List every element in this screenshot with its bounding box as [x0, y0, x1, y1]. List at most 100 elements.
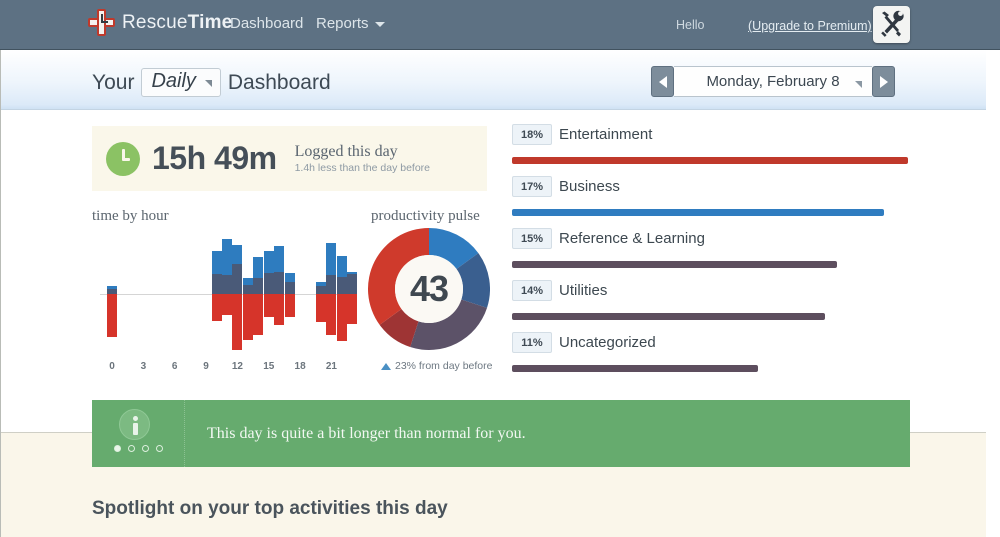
previous-day-button[interactable]	[651, 66, 674, 97]
banner-dot[interactable]	[128, 445, 135, 452]
bar-segment-very-productive	[232, 244, 243, 265]
bar-segment-productive	[263, 272, 274, 294]
category-row[interactable]: 11% Uncategorized	[512, 332, 910, 384]
bar-segment-productive	[347, 273, 358, 294]
bar-segment-productive	[326, 275, 337, 294]
pulse-change-note: 23% from day before	[381, 360, 492, 372]
banner-dot[interactable]	[142, 445, 149, 452]
bar-segment-productive	[221, 275, 232, 294]
period-select-value: Daily	[151, 70, 196, 92]
category-row[interactable]: 14% Utilities	[512, 280, 910, 332]
category-bar-track	[512, 157, 908, 164]
time-by-hour-axis-labels: 0 3 6 9 12 15 18 21	[100, 361, 352, 375]
category-percent: 11%	[512, 332, 552, 353]
hour-bar[interactable]	[211, 251, 222, 321]
rescuetime-logo[interactable]: RescueTime	[88, 9, 232, 36]
bar-segment-very-productive	[253, 256, 264, 279]
logged-time-comparison: 1.4h less than the day before	[294, 161, 431, 174]
hour-bar[interactable]	[347, 272, 358, 324]
date-navigator: Monday, February 8	[651, 66, 895, 97]
nav-item-reports-label: Reports	[316, 15, 369, 32]
bar-segment-distracting	[232, 293, 243, 351]
upgrade-to-premium-link[interactable]: (Upgrade to Premium)	[748, 19, 872, 33]
pulse-score: 43	[409, 268, 449, 309]
brand-bold: Time	[187, 11, 233, 33]
current-date-label: Monday, February 8	[706, 73, 840, 90]
date-display[interactable]: Monday, February 8	[674, 66, 872, 97]
category-name: Reference & Learning	[559, 230, 705, 247]
logged-time-caption: Logged this day	[294, 142, 398, 160]
nav-item-dashboard[interactable]: Dashboard	[230, 15, 303, 32]
hour-bar[interactable]	[284, 272, 295, 317]
hour-tick-label: 3	[140, 361, 147, 372]
hour-bar[interactable]	[221, 238, 232, 316]
page-title: Your Daily Dashboard	[92, 68, 331, 97]
bar-segment-very-productive	[263, 251, 274, 273]
hour-tick-label: 9	[203, 361, 209, 372]
bar-segment-distracting	[242, 293, 253, 340]
time-by-hour-chart[interactable]	[100, 225, 358, 355]
dropdown-triangle-icon	[204, 79, 212, 87]
category-bar-track	[512, 209, 908, 216]
bar-segment-productive	[242, 284, 253, 294]
category-bar-track	[512, 365, 908, 372]
hour-tick-label: 12	[231, 361, 243, 372]
category-percent: 14%	[512, 280, 552, 301]
category-name: Business	[559, 178, 620, 195]
category-row[interactable]: 15% Reference & Learning	[512, 228, 910, 280]
hello-greeting: Hello	[676, 18, 705, 32]
brand-light: Rescue	[122, 11, 188, 33]
category-bar-track	[512, 313, 908, 320]
nav-item-reports[interactable]: Reports	[316, 15, 385, 32]
banner-dot[interactable]	[156, 445, 163, 452]
bar-segment-productive	[232, 264, 243, 294]
page-title-suffix: Dashboard	[227, 70, 331, 94]
period-select[interactable]: Daily	[141, 68, 221, 97]
insight-banner[interactable]: This day is quite a bit longer than norm…	[92, 400, 910, 467]
bar-segment-very-productive	[336, 255, 347, 277]
hour-tick-label: 21	[325, 361, 337, 372]
donut-center: 43	[395, 255, 463, 323]
hour-tick-label: 15	[263, 361, 275, 372]
category-row[interactable]: 18% Entertainment	[512, 124, 910, 176]
tools-button[interactable]	[873, 6, 910, 43]
category-name: Utilities	[559, 282, 608, 299]
banner-message: This day is quite a bit longer than norm…	[207, 424, 526, 442]
bar-segment-very-productive	[242, 277, 253, 285]
bar-segment-very-productive	[211, 251, 222, 275]
clock-icon	[106, 141, 140, 176]
banner-pagination-dots[interactable]	[114, 445, 163, 452]
hour-bar[interactable]	[107, 286, 117, 337]
bar-segment-distracting	[336, 293, 347, 341]
bar-segment-productive	[211, 274, 222, 294]
productivity-pulse-title: productivity pulse	[371, 208, 480, 224]
arrow-up-icon	[381, 362, 391, 370]
banner-dot[interactable]	[114, 445, 121, 452]
category-bar-fill	[512, 157, 908, 164]
category-list: 18% Entertainment 17% Business 15% Reference …	[512, 124, 910, 384]
next-day-button[interactable]	[872, 66, 895, 97]
right-margin	[986, 50, 1000, 537]
hour-bar[interactable]	[326, 243, 337, 335]
hour-bar[interactable]	[232, 244, 243, 351]
category-bar-fill	[512, 365, 758, 372]
bar-segment-very-productive	[274, 246, 285, 273]
hour-bar[interactable]	[263, 251, 274, 318]
tools-icon	[881, 10, 904, 37]
productivity-pulse-donut[interactable]: 43	[368, 228, 490, 350]
hour-bar[interactable]	[274, 246, 285, 326]
hour-bar[interactable]	[253, 256, 264, 335]
bar-segment-distracting	[316, 293, 326, 323]
category-percent: 17%	[512, 176, 552, 197]
time-by-hour-title: time by hour	[92, 208, 169, 224]
category-row[interactable]: 17% Business	[512, 176, 910, 228]
bar-segment-distracting	[253, 293, 264, 335]
bar-segment-distracting	[326, 293, 337, 335]
hour-bar[interactable]	[316, 281, 326, 323]
bar-segment-distracting	[263, 293, 274, 318]
hour-bar[interactable]	[242, 277, 253, 340]
bar-segment-distracting	[221, 293, 232, 316]
logged-time-summary: 15h 49m Logged this day 1.4h less than t…	[92, 126, 487, 191]
bar-segment-distracting	[211, 293, 222, 321]
hour-bar[interactable]	[336, 255, 347, 341]
